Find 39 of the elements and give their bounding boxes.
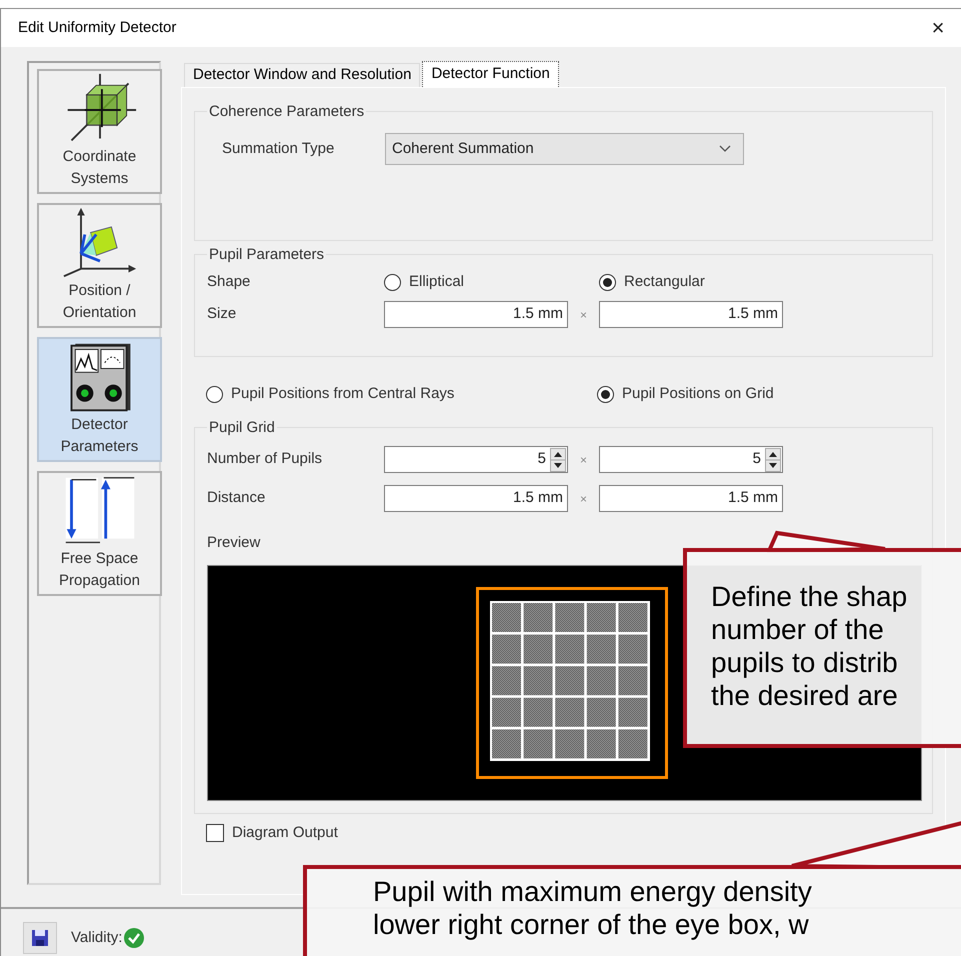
tab[interactable]: Detector Function (422, 61, 559, 87)
field-label: Number of Pupils (207, 449, 324, 470)
callout-text: Define the shap (711, 580, 908, 613)
diagram-output-checkbox[interactable]: Diagram Output (206, 822, 338, 844)
field-label: Summation Type (222, 138, 336, 159)
input-field[interactable]: 1.5 mm (384, 485, 568, 512)
field-label: Shape (207, 272, 252, 292)
summation-dropdown[interactable]: Coherent Summation (385, 133, 744, 165)
field-label: Size (207, 304, 238, 324)
times-sign: × (578, 490, 588, 508)
spin-field[interactable]: 5 (599, 446, 783, 473)
radio-option[interactable]: Pupil Positions on Grid (597, 382, 774, 406)
times-sign: × (578, 306, 588, 324)
radio-option[interactable]: Elliptical (384, 270, 599, 294)
field-label: Preview (207, 533, 260, 553)
callout-text: lower right corner of the eye box, w (373, 908, 810, 941)
callout-text: Pupil with maximum energy density (373, 875, 813, 908)
spin-field[interactable]: 5 (384, 446, 568, 473)
sidebar-item[interactable]: Position / Orientation (37, 203, 162, 328)
field-label: Distance (207, 488, 266, 508)
callout-text: pupils to distrib (711, 646, 899, 679)
sidebar-item[interactable]: Free Space Propagation (37, 471, 162, 596)
chevron-down-icon (719, 145, 731, 153)
spinner-arrows-icon (550, 448, 566, 472)
sidebar-item[interactable]: Coordinate Systems (37, 69, 162, 194)
radio-option[interactable]: Rectangular (599, 270, 705, 294)
callout-text: the desired are (711, 679, 899, 712)
validity-label: Validity: (71, 928, 122, 948)
window-title: Edit Uniformity Detector (18, 18, 176, 38)
input-field[interactable]: 1.5 mm (599, 485, 783, 512)
input-field[interactable]: 1.5 mm (599, 301, 783, 328)
sidebar-item[interactable]: Detector Parameters (37, 337, 162, 462)
tab[interactable]: Detector Window and Resolution (184, 63, 420, 87)
radio-option[interactable]: Pupil Positions from Central Rays (206, 382, 597, 406)
input-field[interactable]: 1.5 mm (384, 301, 568, 328)
close-button[interactable]: × (923, 13, 953, 43)
times-sign: × (578, 452, 588, 468)
spinner-arrows-icon (765, 448, 781, 472)
callout-text: number of the (711, 613, 885, 646)
